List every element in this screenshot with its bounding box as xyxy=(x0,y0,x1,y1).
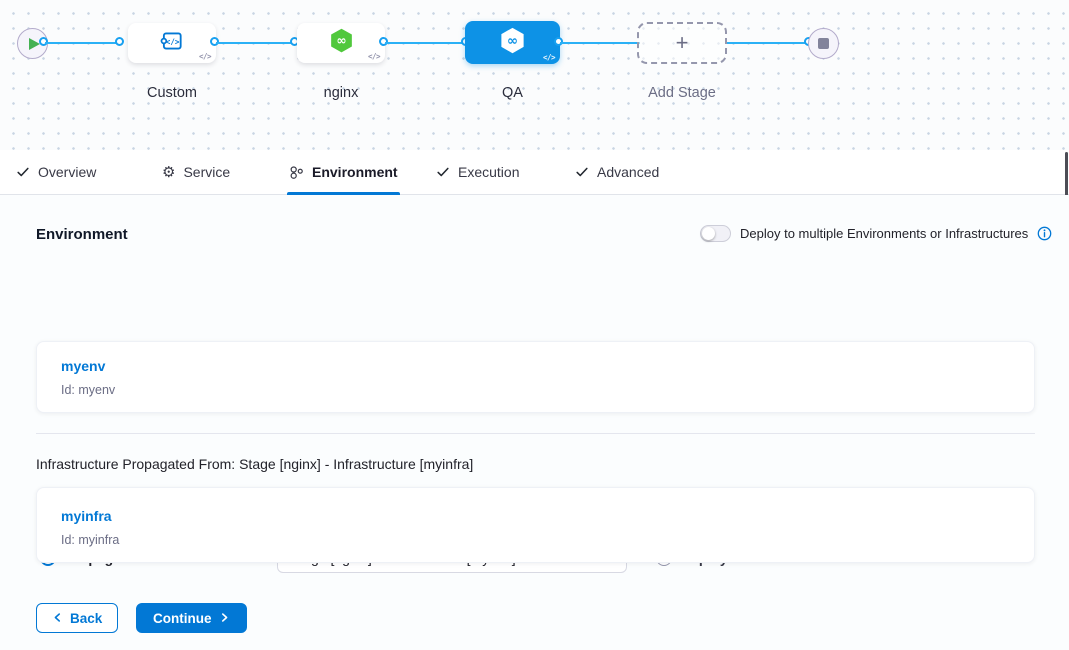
pipeline-stage-editor: </> </> ∞ </> ∞ xyxy=(0,0,1069,650)
infrastructure-id: Id: myinfra xyxy=(61,533,1010,547)
infrastructure-propagated-note: Infrastructure Propagated From: Stage [n… xyxy=(36,456,473,472)
pipeline-end-node xyxy=(808,28,839,59)
connector-line xyxy=(560,42,640,44)
connector-line xyxy=(216,42,296,44)
stage-label-nginx: nginx xyxy=(297,85,385,101)
environment-source-options: Propagate Environment From: Stage [nginx… xyxy=(0,271,1069,302)
connector-line xyxy=(727,42,810,44)
continue-button-label: Continue xyxy=(153,611,212,626)
info-icon[interactable] xyxy=(1037,226,1052,241)
add-stage-button[interactable]: + xyxy=(637,22,727,64)
connector-line xyxy=(45,42,122,44)
svg-text:∞: ∞ xyxy=(507,33,518,48)
tab-environment[interactable]: Environment xyxy=(287,150,400,194)
pipeline-canvas: </> </> ∞ </> ∞ xyxy=(0,0,1069,150)
check-icon xyxy=(575,165,589,179)
tab-label: Advanced xyxy=(597,164,659,180)
back-button[interactable]: Back xyxy=(36,603,118,633)
divider xyxy=(36,433,1035,434)
infrastructure-name-link[interactable]: myinfra xyxy=(61,508,112,524)
environment-card: myenv Id: myenv xyxy=(36,341,1035,413)
stage-node-qa[interactable]: ∞ </> xyxy=(465,21,560,64)
check-icon xyxy=(436,165,450,179)
multi-env-toggle-row: Deploy to multiple Environments or Infra… xyxy=(700,225,1052,242)
environment-panel xyxy=(0,195,1069,650)
back-button-label: Back xyxy=(70,611,102,626)
scrollbar-thumb[interactable] xyxy=(1065,152,1068,196)
code-view-badge: </> xyxy=(543,53,555,62)
tab-label: Environment xyxy=(312,164,398,180)
edge-port xyxy=(115,37,124,46)
tab-overview[interactable]: Overview xyxy=(14,150,98,194)
add-stage-label: Add Stage xyxy=(637,85,727,101)
tab-advanced[interactable]: Advanced xyxy=(573,150,661,194)
stage-node-custom[interactable]: </> </> xyxy=(128,23,216,63)
deploy-stage-icon: ∞ xyxy=(498,26,527,60)
chevron-left-icon xyxy=(52,611,63,626)
tab-execution[interactable]: Execution xyxy=(434,150,521,194)
connector-line xyxy=(385,42,467,44)
stage-label-qa: QA xyxy=(465,85,560,101)
code-view-badge: </> xyxy=(199,52,211,61)
check-icon xyxy=(16,165,30,179)
tab-service[interactable]: ⚙ Service xyxy=(160,150,232,194)
infrastructure-card: myinfra Id: myinfra xyxy=(36,487,1035,563)
toggle-knob xyxy=(702,227,715,240)
environment-icon xyxy=(289,165,304,180)
tab-label: Overview xyxy=(38,164,96,180)
svg-text:</>: </> xyxy=(166,37,180,46)
tab-label: Service xyxy=(183,164,230,180)
multi-env-toggle[interactable] xyxy=(700,225,731,242)
plus-icon: + xyxy=(676,32,689,54)
svg-text:∞: ∞ xyxy=(336,34,346,48)
stage-node-nginx[interactable]: ∞ </> xyxy=(297,23,385,63)
custom-stage-icon: </> xyxy=(159,28,185,59)
stage-label-custom: Custom xyxy=(128,85,216,101)
gear-icon: ⚙ xyxy=(162,165,175,180)
code-view-badge: </> xyxy=(368,52,380,61)
chevron-right-icon xyxy=(219,611,230,626)
panel-title: Environment xyxy=(36,226,128,243)
environment-id: Id: myenv xyxy=(61,383,1010,397)
tab-label: Execution xyxy=(458,164,519,180)
continue-button[interactable]: Continue xyxy=(136,603,247,633)
stop-icon xyxy=(818,38,829,49)
environment-name-link[interactable]: myenv xyxy=(61,358,105,374)
stage-tabs: Overview ⚙ Service Environment Execution xyxy=(0,150,1069,195)
multi-env-toggle-label: Deploy to multiple Environments or Infra… xyxy=(740,226,1028,241)
deploy-stage-icon: ∞ xyxy=(328,27,355,59)
